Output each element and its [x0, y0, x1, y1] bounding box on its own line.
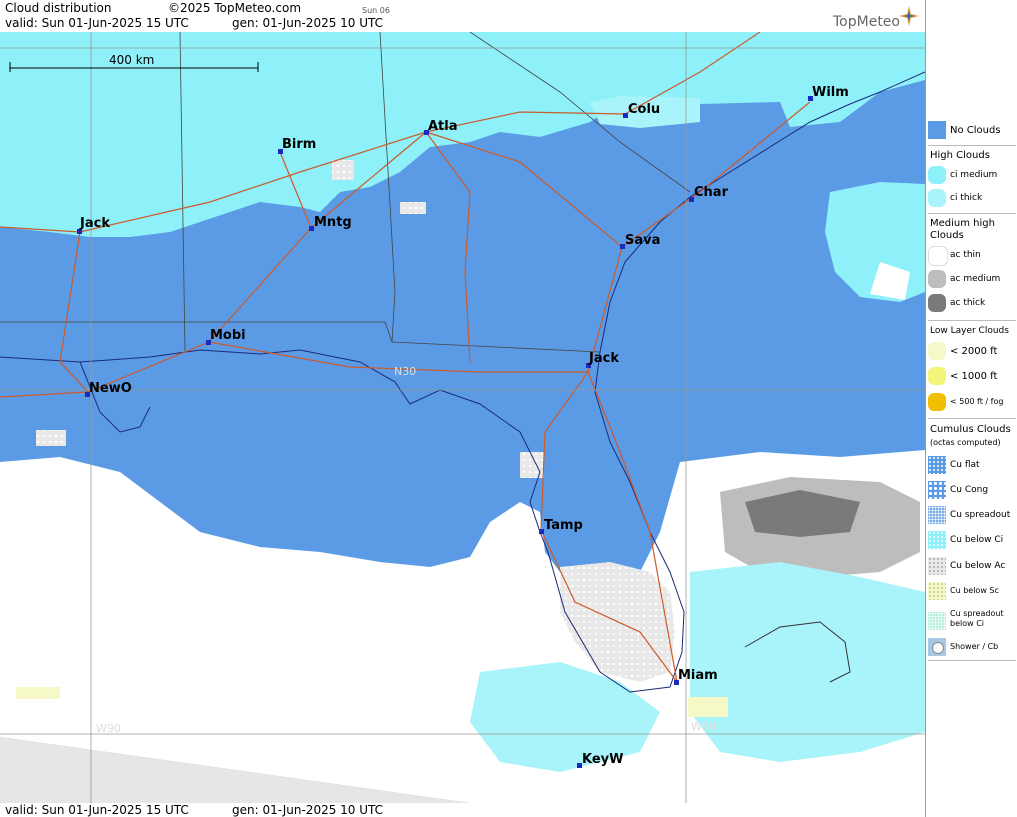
generated-time: gen: 01-Jun-2025 10 UTC: [232, 16, 384, 30]
legend-ac-medium: ac medium: [926, 270, 1017, 290]
legend-medium-heading: Medium high Clouds: [930, 218, 995, 241]
legend-high-heading: High Clouds: [930, 150, 990, 161]
legend-panel: No Clouds High Clouds ci medium ci thick…: [925, 0, 1017, 817]
scale-label: 400 km: [109, 53, 154, 67]
map-canvas: 400 km N30 W90 W80 Birm Atla Colu Wilm C…: [0, 32, 925, 803]
valid-time: valid: Sun 01-Jun-2025 15 UTC: [5, 16, 189, 30]
city-wilm: Wilm: [812, 85, 849, 100]
city-sava: Sava: [625, 233, 660, 248]
city-atla: Atla: [428, 119, 458, 134]
legend-cu-below-ac: Cu below Ac: [926, 557, 1017, 577]
topmeteo-logo[interactable]: TopMeteo: [833, 14, 900, 30]
copyright-text: ©2025 TopMeteo.com: [168, 1, 302, 15]
city-colu: Colu: [628, 102, 660, 117]
legend-cu-flat: Cu flat: [926, 456, 1017, 476]
city-mntg: Mntg: [314, 215, 352, 230]
legend-swatch-no-clouds: [928, 121, 946, 139]
legend-cu-below-sc: Cu below Sc: [926, 582, 1017, 602]
city-jack-ms: Jack: [79, 216, 110, 231]
legend-cu-cong: Cu Cong: [926, 481, 1017, 501]
legend-cu-subheading: (octas computed): [930, 438, 1001, 447]
legend-cu-below-ci: Cu below Ci: [926, 531, 1017, 551]
footer-valid-time: valid: Sun 01-Jun-2025 15 UTC: [5, 803, 189, 817]
city-keyw: KeyW: [582, 752, 623, 767]
legend-shower-cb: Shower / Cb: [926, 638, 1017, 658]
legend-cu-spreadout: Cu spreadout: [926, 506, 1017, 526]
legend-ac-thick: ac thick: [926, 294, 1017, 314]
grid-label-n30: N30: [394, 365, 416, 378]
grid-label-w90: W90: [96, 722, 121, 735]
city-birm: Birm: [282, 137, 316, 152]
logo-star-icon: [899, 6, 919, 26]
grid-label-w80: W80: [691, 720, 716, 733]
city-jack-fl: Jack: [588, 351, 619, 366]
legend-ac-thin: ac thin: [926, 246, 1017, 266]
legend-cu-heading: Cumulus Clouds: [930, 424, 1011, 435]
map-title: Cloud distribution: [5, 1, 112, 15]
legend-divider: [928, 145, 1016, 146]
legend-low-500: < 500 ft / fog: [926, 393, 1017, 413]
footer-bar: valid: Sun 01-Jun-2025 15 UTC gen: 01-Ju…: [0, 803, 925, 817]
legend-cu-spread-below-ci: Cu spreadout below Ci: [926, 608, 1017, 634]
legend-low-1000: < 1000 ft: [926, 367, 1017, 387]
city-mobi: Mobi: [210, 328, 246, 343]
header-bar: Cloud distribution ©2025 TopMeteo.com Su…: [0, 0, 925, 32]
city-tamp: Tamp: [544, 518, 583, 533]
city-miam: Miam: [678, 668, 718, 683]
legend-no-clouds: No Clouds: [926, 121, 1017, 141]
footer-generated-time: gen: 01-Jun-2025 10 UTC: [232, 803, 384, 817]
legend-ci-thick: ci thick: [926, 189, 1017, 209]
city-newo: NewO: [89, 381, 132, 396]
city-char: Char: [694, 185, 729, 200]
legend-low-heading: Low Layer Clouds: [930, 326, 1009, 336]
cloud-map[interactable]: 400 km N30 W90 W80 Birm Atla Colu Wilm C…: [0, 32, 925, 803]
legend-ci-medium: ci medium: [926, 166, 1017, 186]
legend-low-2000: < 2000 ft: [926, 342, 1017, 362]
